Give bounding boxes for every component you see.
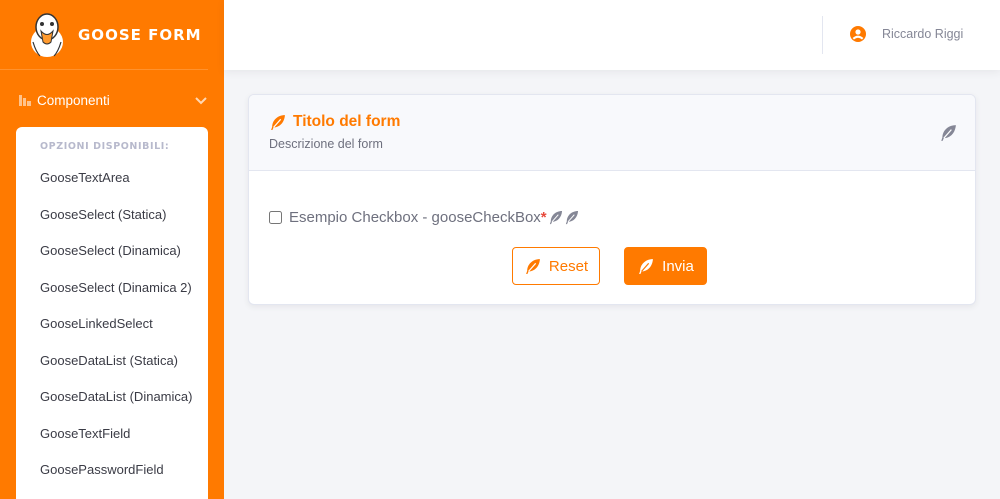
form-description: Descrizione del form bbox=[269, 137, 383, 151]
checkbox-label: Esempio Checkbox - gooseCheckBox bbox=[289, 209, 541, 226]
reset-button[interactable]: Reset bbox=[512, 247, 600, 285]
components-icon bbox=[19, 95, 31, 106]
user-menu[interactable]: Riccardo Riggi bbox=[850, 26, 963, 42]
form-card: Titolo del form Descrizione del form Ese… bbox=[248, 94, 976, 305]
sidebar-item-goosetextfield[interactable]: GooseTextField bbox=[16, 416, 208, 453]
user-circle-icon bbox=[850, 26, 866, 42]
sidebar-item-gooseselect-dinamica[interactable]: GooseSelect (Dinamica) bbox=[16, 233, 208, 270]
nav-componenti-toggle[interactable]: Componenti bbox=[0, 70, 224, 130]
feather-icon bbox=[271, 114, 285, 130]
submenu-heading: OPZIONI DISPONIBILI: bbox=[40, 141, 170, 152]
componenti-submenu: OPZIONI DISPONIBILI: GooseTextArea Goose… bbox=[16, 127, 208, 499]
brand[interactable]: GOOSE FORM bbox=[0, 0, 208, 70]
required-mark: * bbox=[540, 209, 547, 226]
sidebar-item-goosepasswordfield[interactable]: GoosePasswordField bbox=[16, 452, 208, 489]
topbar-divider bbox=[822, 16, 823, 54]
sidebar-item-goosedatalist-statica[interactable]: GooseDataList (Statica) bbox=[16, 343, 208, 380]
submit-button-label: Invia bbox=[662, 257, 694, 275]
topbar: Riccardo Riggi bbox=[224, 0, 1000, 70]
example-checkbox[interactable] bbox=[269, 211, 282, 224]
sidebar: GOOSE FORM Componenti OPZIONI DISPONIBIL… bbox=[0, 0, 224, 499]
brand-name: GOOSE FORM bbox=[78, 25, 202, 44]
submit-button[interactable]: Invia bbox=[624, 247, 707, 285]
checkbox-row[interactable]: Esempio Checkbox - gooseCheckBox * bbox=[269, 209, 579, 226]
form-card-header: Titolo del form Descrizione del form bbox=[249, 95, 975, 171]
goose-logo-icon bbox=[31, 12, 63, 57]
feather-icon bbox=[549, 210, 562, 225]
sidebar-item-goosedatalist-dinamica[interactable]: GooseDataList (Dinamica) bbox=[16, 379, 208, 416]
form-title-text: Titolo del form bbox=[293, 113, 401, 130]
chevron-down-icon bbox=[195, 97, 207, 105]
sidebar-item-gooselinkedselect[interactable]: GooseLinkedSelect bbox=[16, 306, 208, 343]
feather-icon bbox=[565, 210, 578, 225]
user-name: Riccardo Riggi bbox=[882, 27, 964, 41]
sidebar-item-goosetextarea[interactable]: GooseTextArea bbox=[16, 160, 208, 197]
form-title: Titolo del form bbox=[269, 113, 955, 131]
feather-icon bbox=[526, 258, 540, 274]
sidebar-item-gooseselect-dinamica-2[interactable]: GooseSelect (Dinamica 2) bbox=[16, 270, 208, 307]
reset-button-label: Reset bbox=[548, 257, 589, 275]
feather-icon[interactable] bbox=[939, 124, 957, 142]
nav-componenti-label: Componenti bbox=[37, 92, 110, 108]
sidebar-item-gooseselect-statica[interactable]: GooseSelect (Statica) bbox=[16, 197, 208, 234]
feather-icon bbox=[639, 258, 654, 274]
